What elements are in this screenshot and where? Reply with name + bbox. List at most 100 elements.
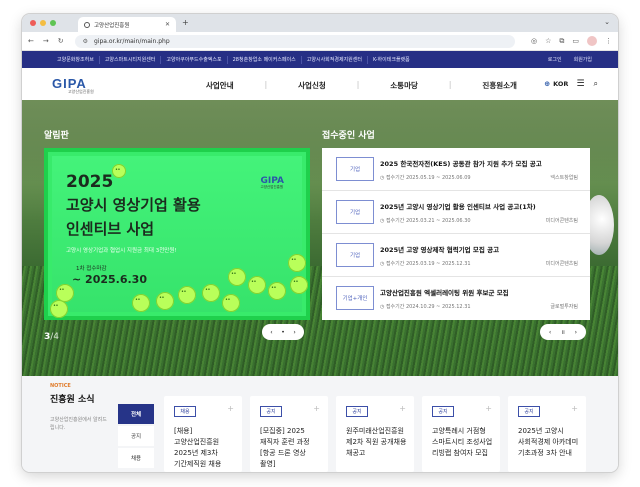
smiley-icon: [156, 292, 174, 310]
tab-all[interactable]: 전체: [118, 404, 154, 424]
smiley-icon: [222, 294, 240, 312]
banner-controls: ‹ • ›: [262, 324, 304, 340]
menu-item-about[interactable]: 진흥원소개: [482, 80, 517, 91]
site-header: GIPA 고양산업진흥원 사업안내 | 사업신청 | 소통마당 | 진흥원소개 …: [22, 68, 618, 100]
plus-icon[interactable]: +: [227, 404, 234, 413]
site-info-icon[interactable]: ⚙: [83, 38, 88, 45]
open-programs-title: 접수중인 사업: [322, 131, 375, 141]
menu-item-business[interactable]: 사업안내: [206, 80, 234, 91]
news-title: [채용] 고양산업진흥원 2025년 제3차 기간제직원 채용: [174, 427, 222, 468]
target-badge: 기업: [336, 243, 374, 267]
language-select[interactable]: KOR: [553, 80, 568, 88]
banner-headline-2: 인센티브 사업: [66, 220, 155, 238]
pause-icon[interactable]: ॥: [561, 328, 565, 336]
hero-section: 알림판 접수중인 사업 2025 고양시 영상기업 활용 인센티브 사업 고양시…: [22, 100, 618, 376]
tab-recruit[interactable]: 채용: [118, 448, 154, 468]
program-period: ◷ 접수기간 2024.10.29 ~ 2025.12.31: [380, 304, 471, 310]
plus-icon[interactable]: +: [485, 404, 492, 413]
star-icon[interactable]: ☆: [545, 37, 551, 45]
news-card[interactable]: 공지 + 원주미래산업진흥원 제2차 직원 공개채용 채공고: [336, 396, 414, 472]
category-badge: 공지: [346, 406, 368, 417]
list-item[interactable]: 기업 2025 한국전자전(KES) 공동관 참가 지원 추가 모집 공고 ◷ …: [322, 148, 590, 191]
search-icon[interactable]: ⌕: [594, 79, 598, 89]
next-arrow-icon[interactable]: ›: [293, 329, 295, 336]
family-link[interactable]: 고양문화창조허브: [52, 55, 100, 64]
promo-banner[interactable]: 2025 고양시 영상기업 활용 인센티브 사업 고양시 영상기업과 협업시 지…: [44, 148, 310, 320]
close-tab-icon[interactable]: ✕: [165, 21, 170, 28]
banner-logo: GIPA 고양산업진흥원: [260, 176, 284, 189]
next-arrow-icon[interactable]: ›: [575, 329, 577, 336]
program-team: 넥스트창업팀: [550, 175, 578, 181]
slide-counter: 3/4: [44, 332, 60, 342]
list-controls: ‹ ॥ ›: [540, 324, 586, 340]
hamburger-icon[interactable]: ☰: [576, 79, 584, 89]
program-team: 미디어콘텐츠팀: [545, 261, 578, 267]
smiley-icon: [268, 282, 286, 300]
banner-description: 고양시 영상기업과 협업시 지원금 최대 3천만원!: [66, 248, 177, 254]
prev-arrow-icon[interactable]: ‹: [549, 329, 551, 336]
family-sites-bar: 고양문화창조허브 고양스마트시티지원센터 고양아쿠아푸드수출엑스포 28청춘창업…: [22, 51, 618, 68]
family-link[interactable]: 고양아쿠아푸드수출엑스포: [161, 55, 228, 64]
news-card[interactable]: 공지 + 고양특례시 거점형 스마트시티 조성사업 리빙랩 참여자 모집: [422, 396, 500, 472]
tab-notice[interactable]: 공지: [118, 426, 154, 446]
list-item[interactable]: 기업 2025년 고양시 영상기업 활용 인센티브 사업 공고(1차) ◷ 접수…: [322, 191, 590, 234]
program-title: 2025 한국전자전(KES) 공동관 참가 지원 추가 모집 공고: [380, 160, 542, 168]
browser-window: 고양산업진흥원 ✕ + ⌄ ← → ↻ ⚙ gipa.or.kr/main/ma…: [22, 14, 618, 472]
minimize-window-icon[interactable]: [40, 20, 46, 26]
url-field[interactable]: ⚙ gipa.or.kr/main/main.php: [74, 34, 515, 48]
main-menu: 사업안내 | 사업신청 | 소통마당 | 진흥원소개: [206, 80, 517, 91]
list-item[interactable]: 기업+개인 고양산업진흥원 엑셀러레이팅 위원 후보군 모집 ◷ 접수기간 20…: [322, 277, 590, 320]
reload-icon[interactable]: ↻: [58, 37, 64, 45]
category-badge: 공지: [260, 406, 282, 417]
back-icon[interactable]: ←: [28, 37, 34, 45]
eye-off-icon[interactable]: ◎: [531, 37, 537, 45]
family-link[interactable]: 28청춘창업소 메이커스페이스: [228, 55, 302, 64]
plus-icon[interactable]: +: [399, 404, 406, 413]
chevron-down-icon[interactable]: ⌄: [604, 18, 610, 26]
plus-icon[interactable]: +: [313, 404, 320, 413]
target-badge: 기업: [336, 157, 374, 181]
smiley-icon: [248, 276, 266, 294]
login-link[interactable]: 로그인: [542, 56, 568, 63]
menu-item-community[interactable]: 소통마당: [390, 80, 418, 91]
pause-icon[interactable]: •: [281, 329, 285, 336]
menu-item-apply[interactable]: 사업신청: [298, 80, 326, 91]
more-icon[interactable]: ⋮: [605, 37, 612, 45]
banner-deadline: ~ 2025.6.30: [72, 273, 147, 286]
program-title: 2025년 고양 영상제작 협력기업 모집 공고: [380, 246, 500, 254]
logo-subtitle: 고양산업진흥원: [68, 89, 94, 94]
tab-title: 고양산업진흥원: [94, 22, 130, 29]
prev-arrow-icon[interactable]: ‹: [270, 329, 272, 336]
extensions-icon[interactable]: ⧉: [559, 37, 564, 46]
family-link[interactable]: 고양시사회적경제지원센터: [302, 55, 368, 64]
news-card[interactable]: 공지 + [모집중] 2025 재직자 훈련 과정 [항공 드론 영상 촬영]: [250, 396, 328, 472]
globe-icon: ⊕: [544, 80, 551, 88]
news-card[interactable]: 채용 + [채용] 고양산업진흥원 2025년 제3차 기간제직원 채용: [164, 396, 242, 472]
program-period: ◷ 접수기간 2025.03.21 ~ 2025.06.30: [380, 218, 471, 224]
programs-list: 기업 2025 한국전자전(KES) 공동관 참가 지원 추가 모집 공고 ◷ …: [322, 148, 590, 320]
program-title: 고양산업진흥원 엑셀러레이팅 위원 후보군 모집: [380, 289, 509, 297]
news-title: 2025년 고양시 사회적경제 아카데미 기초과정 3차 안내: [518, 427, 579, 457]
maximize-window-icon[interactable]: [50, 20, 56, 26]
section-description: 고양산업진흥원에서 알려드립니다.: [50, 417, 107, 431]
address-bar: ← → ↻ ⚙ gipa.or.kr/main/main.php ◎ ☆ ⧉ ▭…: [22, 32, 618, 51]
smiley-icon: [290, 276, 308, 294]
forward-icon[interactable]: →: [43, 37, 49, 45]
banner-headline: 고양시 영상기업 활용: [66, 196, 201, 214]
new-tab-icon[interactable]: +: [182, 18, 189, 27]
smiley-icon: [202, 284, 220, 302]
program-period: ◷ 접수기간 2025.05.19 ~ 2025.06.09: [380, 175, 471, 181]
avatar[interactable]: [587, 36, 597, 46]
family-link[interactable]: K-하이테크플랫폼: [368, 56, 415, 64]
smiley-icon: [228, 268, 246, 286]
site-logo[interactable]: GIPA 고양산업진흥원: [52, 76, 94, 95]
sidebar-icon[interactable]: ▭: [572, 37, 579, 45]
news-card[interactable]: 공지 + 2025년 고양시 사회적경제 아카데미 기초과정 3차 안내: [508, 396, 586, 472]
list-item[interactable]: 기업 2025년 고양 영상제작 협력기업 모집 공고 ◷ 접수기간 2025.…: [322, 234, 590, 277]
close-window-icon[interactable]: [30, 20, 36, 26]
plus-icon[interactable]: +: [571, 404, 578, 413]
join-link[interactable]: 회원가입: [568, 56, 598, 63]
smiley-icon: [288, 254, 306, 272]
browser-tab[interactable]: 고양산업진흥원 ✕: [78, 17, 176, 32]
family-link[interactable]: 고양스마트시티지원센터: [100, 55, 162, 64]
